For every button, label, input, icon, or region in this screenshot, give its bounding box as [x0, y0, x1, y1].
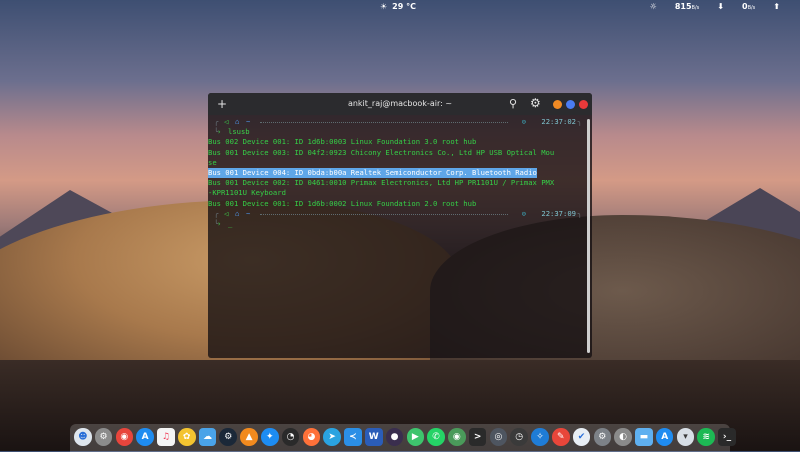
clock-icon: ⊙ [521, 208, 526, 218]
spotify-icon[interactable]: ≋ [697, 428, 716, 446]
steam-icon[interactable]: ⚙ [219, 428, 238, 446]
whatsapp-icon[interactable]: ✆ [427, 428, 445, 446]
xcode-icon[interactable]: ✦ [261, 428, 279, 446]
up-arrow-icon: ⬆ [773, 2, 780, 11]
music-icon[interactable]: ♫ [157, 428, 175, 446]
folder-icon[interactable]: ▬ [635, 428, 653, 446]
check-icon[interactable]: ✔ [572, 428, 591, 446]
chrome-icon[interactable]: ◉ [115, 428, 134, 446]
output-line: Bus 001 Device 001: ID 1d6b:0002 Linux F… [208, 198, 477, 208]
output-line: se [208, 157, 217, 167]
timer-icon[interactable]: ◷ [510, 428, 528, 446]
terminal-titlebar[interactable]: + ankit_raj@macbook-air: ~ ⚲ ⚙ [208, 93, 592, 115]
safari-icon[interactable]: ✧ [531, 428, 549, 446]
app-store-2-icon[interactable]: A [655, 428, 674, 446]
prompt-time: 22:37:02 [541, 117, 576, 126]
preferences-icon[interactable]: ⚙ [593, 428, 612, 446]
top-menu-bar: ☀ 29 °C ☼ 815B/s ⬇ 0B/s ⬆ [0, 0, 800, 16]
word-icon[interactable]: W [364, 428, 383, 446]
home-icon: ⌂ [235, 117, 240, 126]
output-line: -KPR1101U Keyboard [208, 188, 286, 198]
search-icon[interactable]: ⚲ [509, 97, 517, 110]
brightness-icon[interactable]: ☼ [650, 2, 657, 11]
command-line[interactable]: ╰ › _ [208, 219, 584, 229]
obs-icon[interactable]: ● [385, 428, 404, 446]
prompt-line: ╭ ◁ ⌂ ~ ⊙ 22:37:09 ╮ [214, 208, 582, 218]
app-store-icon[interactable]: A [136, 428, 154, 446]
vlc-icon[interactable]: ▲ [240, 428, 258, 446]
close-button[interactable] [579, 100, 588, 109]
terminal-icon[interactable]: > [468, 428, 487, 446]
upload-speed: 0B/s [741, 2, 756, 11]
firefox-icon[interactable]: ◕ [302, 428, 321, 446]
terminal-output[interactable]: ╭ ◁ ⌂ ~ ⊙ 22:37:02 ╮ ╰ › lsusb Bus 002 De… [208, 117, 584, 229]
dock-icons: ☻ ⚙ ◉ A ♫ ✿ ☁ ⚙ ▲ ✦ ◔ ◕ ➤ ≺ W ● ▶ ✆ ◉ > … [74, 428, 736, 446]
home-icon: ⌂ [235, 208, 240, 218]
settings-icon[interactable]: ⚙ [94, 428, 113, 446]
weather-icon[interactable]: ☁ [198, 428, 217, 446]
finder-icon[interactable]: ☻ [74, 428, 92, 446]
pen-icon[interactable]: ✎ [551, 428, 570, 446]
toggle-icon[interactable]: ◐ [614, 428, 632, 446]
terminal-window[interactable]: + ankit_raj@macbook-air: ~ ⚲ ⚙ ╭ ◁ ⌂ ~ ⊙… [208, 93, 592, 358]
prompt-time: 22:37:09 [541, 208, 576, 218]
chrome-dev-icon[interactable]: ◉ [448, 428, 466, 446]
gear-icon[interactable]: ⚙ [530, 96, 541, 110]
prompt-line: ╭ ◁ ⌂ ~ ⊙ 22:37:02 ╮ [214, 117, 582, 126]
temperature: 29 °C [392, 2, 416, 11]
output-line: Bus 001 Device 002: ID 0461:0010 Primax … [208, 178, 555, 188]
prompt-arrow-icon: ◁ [224, 208, 229, 218]
disk-icon[interactable]: ◎ [489, 428, 508, 446]
command: lsusb [228, 127, 250, 137]
dashboard-icon[interactable]: ◔ [281, 428, 300, 446]
down-arrow-icon: ⬇ [717, 2, 724, 11]
play-icon[interactable]: ▶ [406, 428, 425, 446]
photos-icon[interactable]: ✿ [177, 428, 196, 446]
prompt-arrow-icon: ◁ [224, 117, 229, 126]
highlighted-output-line: Bus 001 Device 004: ID 0bda:b00a Realtek… [208, 167, 537, 179]
sun-icon: ☀ [380, 2, 388, 11]
scrollbar[interactable] [587, 119, 590, 353]
vscode-icon[interactable]: ≺ [344, 428, 362, 446]
maximize-button[interactable] [566, 100, 575, 109]
telegram-icon[interactable]: ➤ [323, 428, 341, 446]
cursor: _ [228, 218, 233, 228]
download-speed: 815B/s [674, 2, 700, 11]
output-line: Bus 002 Device 001: ID 1d6b:0003 Linux F… [208, 137, 477, 147]
minimize-button[interactable] [553, 100, 562, 109]
output-line: Bus 001 Device 003: ID 04f2:0923 Chicony… [208, 147, 555, 157]
command-line: ╰ › lsusb [214, 127, 250, 137]
trash-icon[interactable]: ▾ [676, 428, 695, 446]
terminal-2-icon[interactable]: ›_ [718, 428, 736, 446]
clock-icon: ⊙ [521, 117, 526, 126]
